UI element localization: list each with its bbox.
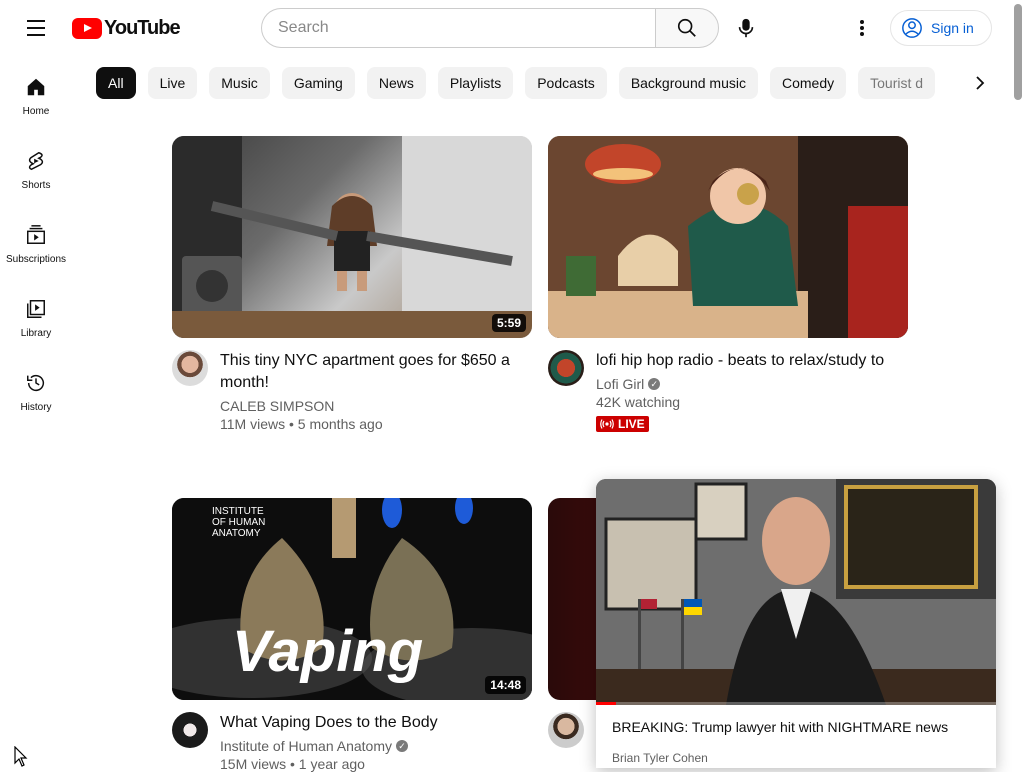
- chip-music[interactable]: Music: [209, 67, 270, 99]
- history-icon: [27, 375, 45, 392]
- sidebar: Home Shorts Subscriptions Library Histor…: [0, 56, 72, 426]
- channel-name-text: CALEB SIMPSON: [220, 398, 335, 414]
- channel-name[interactable]: Lofi Girl ✓: [596, 376, 886, 392]
- sign-in-button[interactable]: Sign in: [890, 10, 992, 46]
- video-thumbnail[interactable]: [548, 136, 908, 338]
- chevron-right-icon: [976, 76, 985, 90]
- microphone-icon: [738, 18, 754, 38]
- sign-in-label: Sign in: [931, 20, 974, 36]
- video-stats: 15M views • 1 year ago: [220, 756, 365, 772]
- live-badge: LIVE: [596, 416, 649, 432]
- mouse-cursor-icon: [14, 746, 28, 767]
- chip-tourist[interactable]: Tourist d: [858, 67, 936, 99]
- channel-avatar[interactable]: [548, 350, 584, 386]
- sidebar-item-label: Home: [22, 106, 50, 117]
- hamburger-menu-icon[interactable]: [20, 12, 52, 44]
- verified-check-icon: ✓: [395, 740, 408, 752]
- library-icon: [27, 300, 45, 318]
- video-duration: 5:59: [491, 314, 526, 332]
- channel-avatar[interactable]: [172, 350, 208, 386]
- channel-avatar[interactable]: [172, 712, 208, 748]
- sidebar-item-shorts[interactable]: Shorts: [0, 130, 72, 204]
- search-input[interactable]: Search: [261, 8, 656, 48]
- youtube-logo[interactable]: YouTube: [72, 16, 181, 40]
- video-title[interactable]: lofi hip hop radio - beats to relax/stud…: [596, 350, 886, 372]
- miniplayer[interactable]: BREAKING: Trump lawyer hit with NIGHTMAR…: [596, 479, 996, 768]
- filter-chips-bar: All Live Music Gaming News Playlists Pod…: [96, 67, 996, 99]
- channel-name[interactable]: Institute of Human Anatomy ✓: [220, 738, 510, 754]
- sidebar-item-label: History: [20, 402, 52, 413]
- chip-all[interactable]: All: [96, 67, 136, 99]
- video-thumbnail[interactable]: [548, 498, 596, 700]
- miniplayer-video[interactable]: [596, 479, 996, 705]
- lofi-girl-image: [548, 136, 908, 338]
- live-label: LIVE: [618, 417, 645, 431]
- chip-podcasts[interactable]: Podcasts: [525, 67, 607, 99]
- video-card[interactable]: 5:59 This tiny NYC apartment goes for $6…: [172, 136, 532, 432]
- chip-gaming[interactable]: Gaming: [281, 67, 355, 99]
- brand-watermark: INSTITUTE OF HUMAN ANATOMY: [212, 506, 266, 539]
- chip-playlists[interactable]: Playlists: [437, 67, 514, 99]
- video-thumbnail[interactable]: INSTITUTE OF HUMAN ANATOMY Vaping 14:48: [172, 498, 532, 700]
- thumbnail-overlay-text: Vaping: [232, 619, 424, 684]
- video-title[interactable]: What Vaping Does to the Body: [220, 712, 510, 734]
- top-bar: YouTube Search Sign in: [0, 0, 1012, 56]
- channel-name-text: Institute of Human Anatomy: [220, 738, 392, 754]
- video-stats: 11M views • 5 months ago: [220, 416, 383, 432]
- video-title[interactable]: This tiny NYC apartment goes for $650 a …: [220, 350, 510, 394]
- shorts-icon: [28, 151, 44, 171]
- account-circle-icon: [902, 18, 922, 38]
- scrollbar-thumb[interactable]: [1014, 4, 1022, 100]
- voice-search-button[interactable]: [726, 8, 766, 48]
- page-scrollbar[interactable]: [1012, 0, 1024, 768]
- chip-news[interactable]: News: [366, 67, 426, 99]
- live-broadcast-icon: [600, 419, 614, 429]
- chip-live[interactable]: Live: [147, 67, 198, 99]
- miniplayer-progress-bar[interactable]: [596, 702, 996, 705]
- video-duration: 14:48: [485, 676, 526, 694]
- sidebar-item-home[interactable]: Home: [0, 56, 72, 130]
- search-button[interactable]: [655, 8, 719, 48]
- youtube-play-icon: [72, 17, 102, 39]
- sidebar-item-history[interactable]: History: [0, 352, 72, 426]
- logo-text: YouTube: [104, 16, 181, 39]
- verified-check-icon: ✓: [648, 378, 661, 390]
- sidebar-item-library[interactable]: Library: [0, 278, 72, 352]
- video-stats: 42K watching: [596, 394, 681, 410]
- channel-name[interactable]: CALEB SIMPSON: [220, 398, 510, 414]
- video-card[interactable]: lofi hip hop radio - beats to relax/stud…: [548, 136, 908, 434]
- more-vertical-icon: [860, 20, 864, 36]
- miniplayer-progress-fill: [596, 702, 616, 705]
- apartment-scene-image: [172, 136, 532, 338]
- miniplayer-title[interactable]: BREAKING: Trump lawyer hit with NIGHTMAR…: [596, 705, 996, 735]
- chips-next-button[interactable]: [962, 67, 998, 99]
- sidebar-item-label: Shorts: [21, 180, 51, 191]
- chip-comedy[interactable]: Comedy: [769, 67, 847, 99]
- settings-more-button[interactable]: [846, 12, 878, 44]
- search-icon: [677, 18, 696, 37]
- chip-background-music[interactable]: Background music: [618, 67, 758, 99]
- sidebar-item-label: Library: [20, 328, 52, 339]
- miniplayer-channel[interactable]: Brian Tyler Cohen: [596, 735, 996, 765]
- video-card[interactable]: INSTITUTE OF HUMAN ANATOMY Vaping 14:48 …: [172, 498, 532, 772]
- channel-avatar[interactable]: [548, 712, 584, 748]
- subscriptions-icon: [27, 225, 45, 244]
- home-icon: [27, 78, 45, 96]
- news-host-image: [596, 479, 996, 705]
- channel-name-text: Lofi Girl: [596, 376, 645, 392]
- video-card[interactable]: [548, 498, 596, 748]
- sidebar-item-subscriptions[interactable]: Subscriptions: [0, 204, 72, 278]
- video-thumbnail[interactable]: 5:59: [172, 136, 532, 338]
- sidebar-item-label: Subscriptions: [5, 254, 67, 265]
